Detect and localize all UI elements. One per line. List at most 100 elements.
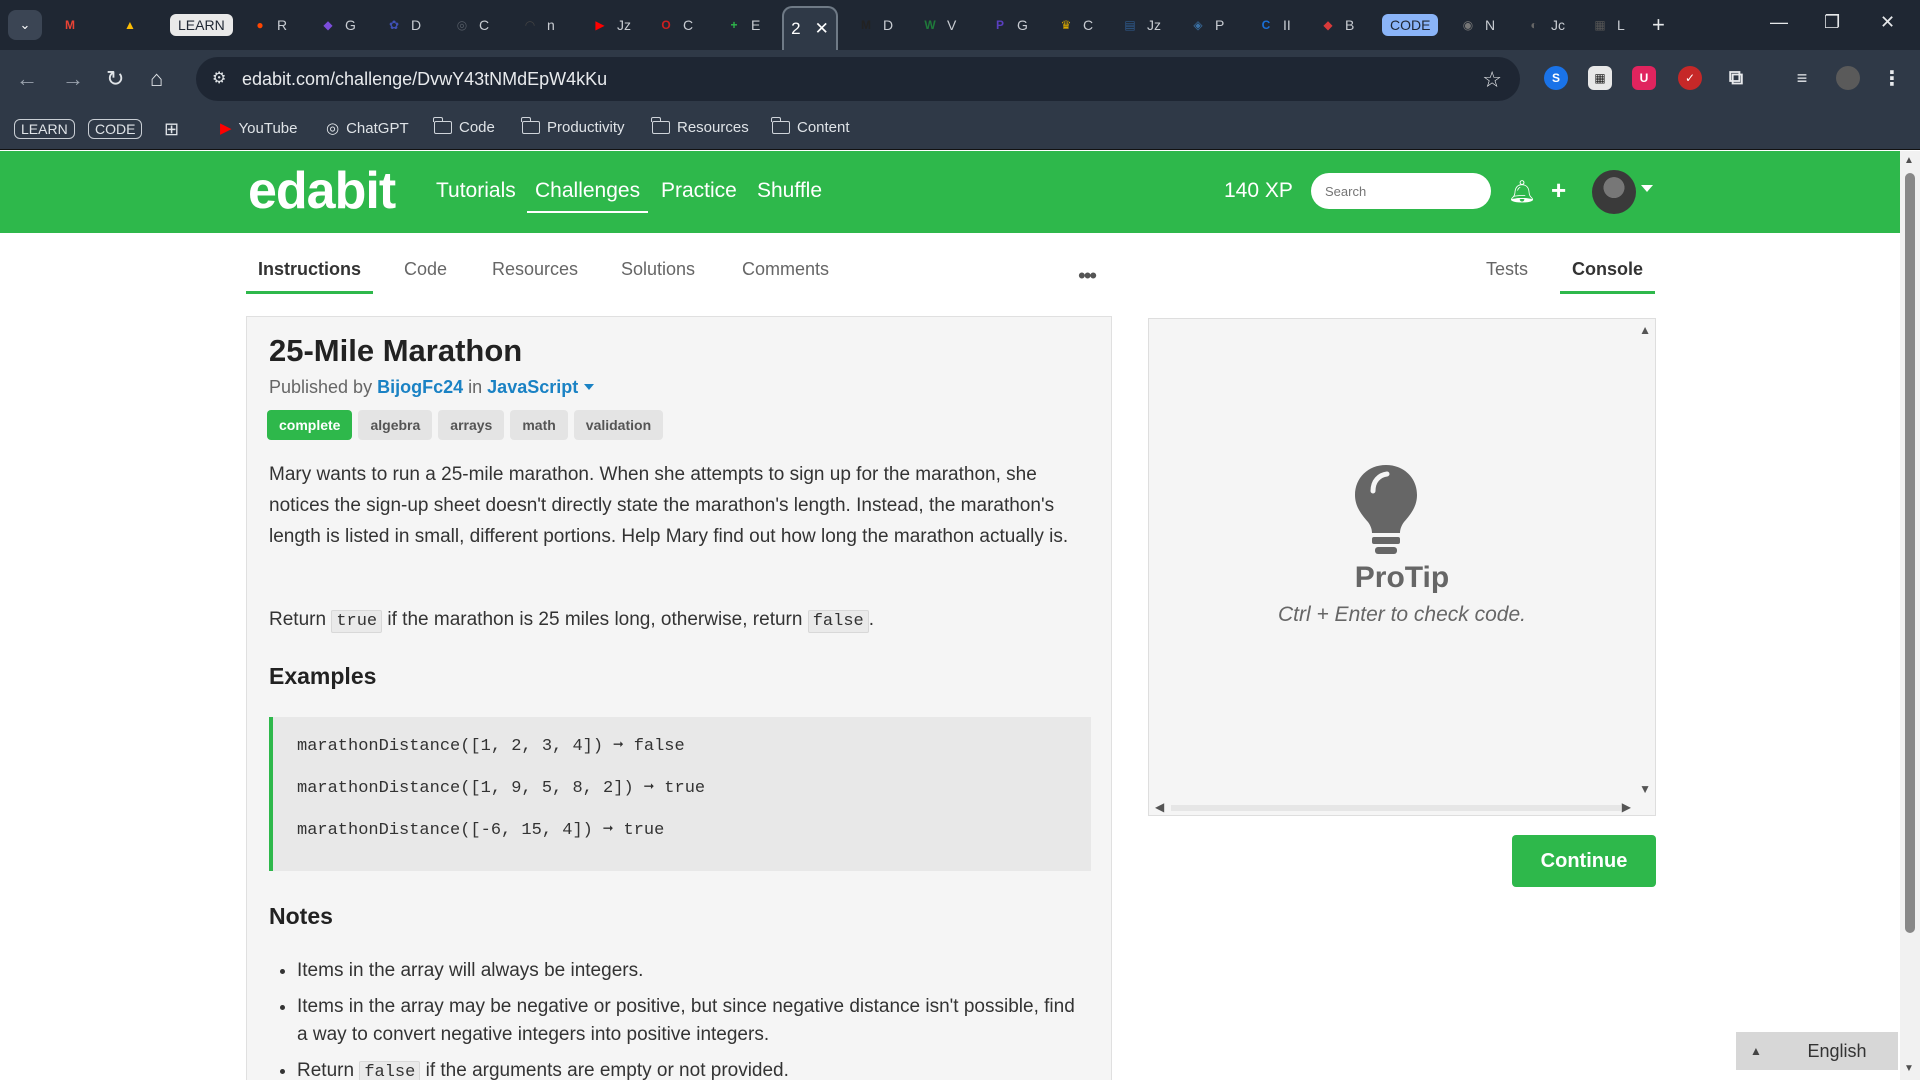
search-input[interactable] (1311, 173, 1491, 209)
browser-tab[interactable]: PG (990, 9, 1031, 41)
bookmark-code-folder[interactable]: Code (433, 117, 495, 136)
scroll-down-icon[interactable]: ▼ (1904, 1063, 1914, 1074)
browser-tab[interactable]: ◉ N (1458, 9, 1499, 41)
browser-tab[interactable]: CODE (1382, 9, 1439, 41)
chevron-down-icon[interactable] (1641, 185, 1653, 192)
browser-tab[interactable]: ◠ n (520, 9, 561, 41)
console-panel[interactable]: ▲ ▼ ◀ ▶ ProTip Ctrl + Enter to check cod… (1148, 318, 1656, 816)
bookmark-learn[interactable]: LEARN (14, 119, 75, 139)
chevron-up-icon[interactable]: ▲ (1736, 1044, 1776, 1058)
new-tab-icon[interactable]: + (1652, 12, 1665, 38)
browser-tab[interactable]: ◈ P (1188, 9, 1229, 41)
close-tab-icon[interactable]: ✕ (815, 19, 829, 39)
nav-tutorials[interactable]: Tutorials (436, 179, 516, 203)
tab-comments[interactable]: Comments (742, 259, 829, 294)
apps-grid-icon[interactable]: ⊞ (164, 119, 179, 140)
browser-tab[interactable]: ◆ G (318, 9, 359, 41)
browser-tab[interactable]: ✿ D (384, 9, 425, 41)
scroll-up-icon[interactable]: ▲ (1639, 323, 1651, 337)
reading-list-icon[interactable]: ≡ (1790, 66, 1814, 90)
tab-code[interactable]: Code (404, 259, 447, 294)
bookmark-chatgpt[interactable]: ◎ ChatGPT (326, 119, 409, 138)
tab-solutions[interactable]: Solutions (621, 259, 695, 294)
dev-icon: ✿ (388, 18, 400, 32)
tab-console[interactable]: Console (1559, 259, 1656, 294)
bookmark-resources[interactable]: Resources (651, 117, 749, 136)
browser-menu-icon[interactable]: ⋮ (1880, 66, 1904, 90)
profile-avatar-icon[interactable] (1836, 66, 1860, 90)
browser-tab[interactable]: LEARN (170, 9, 233, 41)
scroll-right-icon[interactable]: ▶ (1622, 800, 1631, 814)
browser-tab[interactable]: ♛ C (1056, 9, 1097, 41)
language-selector[interactable]: ▲ English (1736, 1032, 1898, 1070)
notifications-bell-icon[interactable]: 🔔︎ (1508, 179, 1536, 205)
browser-tab[interactable]: OC (656, 9, 697, 41)
browser-tab[interactable]: ◐ Jc (1524, 9, 1565, 41)
return-after: . (868, 609, 875, 630)
scrollbar-thumb[interactable] (1905, 173, 1915, 933)
reload-icon[interactable]: ↻ (106, 66, 124, 92)
back-icon[interactable]: ← (16, 66, 38, 92)
browser-tab[interactable]: ▦ L (1590, 9, 1631, 41)
browser-tab[interactable]: MD (856, 9, 897, 41)
page-scrollbar[interactable]: ▲ ▼ (1900, 151, 1920, 1080)
tab-tests[interactable]: Tests (1486, 259, 1528, 294)
browser-tab[interactable]: WV (920, 9, 961, 41)
add-plus-icon[interactable]: + (1551, 175, 1566, 206)
active-tab[interactable]: 2 ✕ (782, 6, 838, 50)
tag-algebra[interactable]: algebra (358, 410, 433, 440)
bookmark-star-icon[interactable]: ☆ (1482, 67, 1502, 93)
qr-extension-icon[interactable]: ▦ (1588, 66, 1612, 90)
restore-icon[interactable]: ❐ (1824, 12, 1840, 33)
address-bar[interactable]: ⚙ edabit.com/challenge/DvwY43tNMdEpW4kKu… (196, 57, 1520, 101)
url-text[interactable]: edabit.com/challenge/DvwY43tNMdEpW4kKu (242, 69, 607, 90)
tab-instructions[interactable]: Instructions (245, 259, 374, 294)
continue-button[interactable]: Continue (1512, 835, 1656, 887)
site-info-icon[interactable]: ⚙ (212, 68, 232, 88)
shazam-extension-icon[interactable]: S (1544, 66, 1568, 90)
example-line: marathonDistance([-6, 15, 4]) ➞ true (297, 821, 665, 840)
forward-icon[interactable]: → (62, 66, 84, 92)
user-avatar[interactable] (1592, 170, 1636, 214)
extensions-puzzle-icon[interactable]: ⧉ (1724, 66, 1748, 90)
horizontal-scrollbar[interactable] (1171, 805, 1621, 811)
scroll-up-icon[interactable]: ▲ (1904, 155, 1914, 166)
nav-practice[interactable]: Practice (661, 179, 737, 203)
home-icon[interactable]: ⌂ (150, 66, 163, 92)
examples-heading: Examples (269, 663, 377, 689)
bookmark-content[interactable]: Content (771, 117, 850, 136)
todo-extension-icon[interactable]: ✓ (1678, 66, 1702, 90)
scroll-down-icon[interactable]: ▼ (1639, 782, 1651, 796)
tag-arrays[interactable]: arrays (438, 410, 505, 440)
tag-math[interactable]: math (510, 410, 568, 440)
tag-list: complete algebra arrays math validation (267, 410, 664, 440)
nav-challenges[interactable]: Challenges (526, 179, 649, 213)
browser-tab[interactable]: ▤ Jz (1120, 9, 1161, 41)
scroll-left-icon[interactable]: ◀ (1155, 800, 1164, 814)
bookmark-youtube[interactable]: ▶ YouTube (220, 119, 298, 138)
tab-resources[interactable]: Resources (492, 259, 578, 294)
tab-search-icon[interactable]: ⌄ (8, 10, 42, 40)
browser-tab[interactable]: ● R (250, 9, 291, 41)
browser-tab[interactable]: + E (724, 9, 765, 41)
browser-tab[interactable]: ▶ Jz (590, 9, 631, 41)
bookmarks-bar: LEARN CODE ⊞ ▶ YouTube ◎ ChatGPT Code Prod… (0, 108, 1920, 150)
browser-tab[interactable]: ◆ B (1318, 9, 1359, 41)
tag-validation[interactable]: validation (573, 410, 664, 440)
language-dropdown-icon[interactable] (584, 384, 595, 390)
browser-tab[interactable]: ▲ (120, 9, 140, 41)
minimize-icon[interactable]: — (1770, 12, 1788, 33)
browser-tab[interactable]: M (60, 9, 80, 41)
browser-tab[interactable]: ◎ C (452, 9, 493, 41)
ublock-extension-icon[interactable]: U (1632, 66, 1656, 90)
browser-tab[interactable]: C II (1256, 9, 1297, 41)
close-window-icon[interactable]: ✕ (1880, 12, 1895, 33)
edabit-logo[interactable]: edabit (248, 161, 396, 221)
nav-shuffle[interactable]: Shuffle (757, 179, 822, 203)
code-folder-label: Code (459, 119, 495, 136)
bookmark-code[interactable]: CODE (88, 119, 143, 139)
author-link[interactable]: BijogFc24 (377, 377, 463, 397)
more-options-icon[interactable]: ••• (1078, 263, 1097, 289)
bookmark-productivity[interactable]: Productivity (521, 117, 625, 136)
language-link[interactable]: JavaScript (487, 377, 578, 397)
